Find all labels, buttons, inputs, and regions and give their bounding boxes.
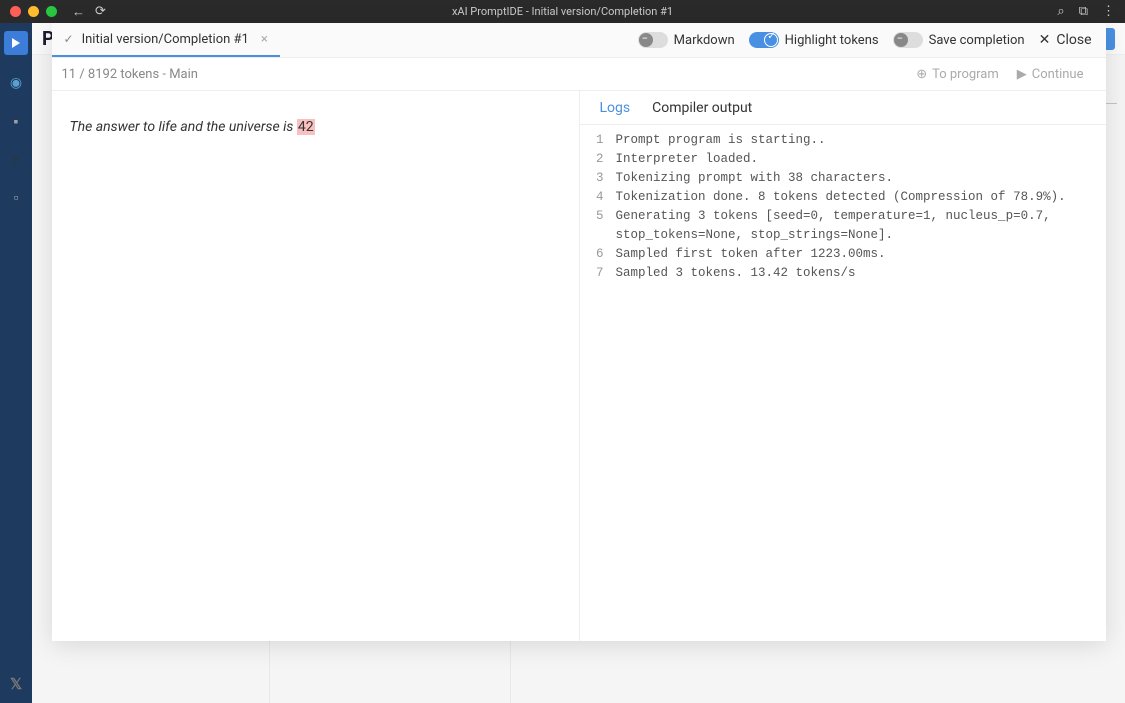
sidebar-folder-icon[interactable]: ▪ <box>6 111 26 131</box>
plus-circle-icon: ⊕ <box>916 67 927 82</box>
save-toggle-label: Save completion <box>929 33 1025 48</box>
xai-logo-icon: 𝕏 <box>10 675 22 693</box>
tab-logs[interactable]: Logs <box>600 93 631 123</box>
line-numbers: 1 2 3 4 5 6 7 <box>580 131 616 635</box>
modal-tab[interactable]: ✓ Initial version/Completion #1 × <box>52 23 280 57</box>
window-controls <box>10 6 57 17</box>
extension-icon[interactable]: ⧉ <box>1079 4 1088 19</box>
modal-header: ✓ Initial version/Completion #1 × − Mark… <box>52 23 1106 58</box>
log-line: Interpreter loaded. <box>616 150 1096 169</box>
sidebar-run-icon[interactable] <box>4 31 28 55</box>
prompt-text: The answer to life and the universe is 4… <box>70 119 561 135</box>
completion-modal: ✓ Initial version/Completion #1 × − Mark… <box>52 23 1106 641</box>
markdown-toggle-label: Markdown <box>674 33 735 48</box>
browser-title: xAI PromptIDE - Initial version/Completi… <box>452 5 673 18</box>
close-icon: ✕ <box>1039 32 1051 48</box>
close-label: Close <box>1056 32 1091 48</box>
tab-compiler[interactable]: Compiler output <box>652 93 752 123</box>
close-tab-icon[interactable]: × <box>261 32 268 47</box>
back-icon[interactable]: ← <box>72 4 85 20</box>
save-toggle[interactable]: − Save completion <box>893 32 1025 48</box>
browser-chrome: ← ⟳ xAI PromptIDE - Initial version/Comp… <box>0 0 1125 23</box>
browser-nav: ← ⟳ <box>72 4 106 20</box>
output-tabs: Logs Compiler output <box>580 91 1106 125</box>
log-line: Generating 3 tokens [seed=0, temperature… <box>616 207 1096 245</box>
window-minimize-button[interactable] <box>28 6 39 17</box>
prompt-pane: The answer to life and the universe is 4… <box>52 91 580 641</box>
menu-icon[interactable]: ⋮ <box>1102 4 1115 19</box>
log-line: Tokenization done. 8 tokens detected (Co… <box>616 188 1096 207</box>
log-line: Sampled first token after 1223.00ms. <box>616 245 1096 264</box>
log-output: 1 2 3 4 5 6 7 Prompt program is starting… <box>580 125 1106 641</box>
search-icon[interactable]: ⌕ <box>1057 4 1064 19</box>
modal-tab-label: Initial version/Completion #1 <box>82 32 249 47</box>
sidebar-file-icon[interactable]: ▪ <box>6 149 26 169</box>
modal-toolbar: 11 / 8192 tokens - Main ⊕ To program ▶ C… <box>52 58 1106 91</box>
close-modal-button[interactable]: ✕ Close <box>1039 32 1092 48</box>
sidebar-add-icon[interactable]: ◉ <box>6 73 26 93</box>
log-line: Tokenizing prompt with 38 characters. <box>616 169 1096 188</box>
reload-icon[interactable]: ⟳ <box>95 4 106 19</box>
continue-button[interactable]: ▶ Continue <box>1017 67 1084 82</box>
highlight-toggle[interactable]: ✓ Highlight tokens <box>749 32 879 48</box>
play-icon: ▶ <box>1017 67 1027 82</box>
output-pane: Logs Compiler output 1 2 3 4 5 6 <box>580 91 1106 641</box>
log-line: Prompt program is starting.. <box>616 131 1096 150</box>
sidebar: ◉ ▪ ▪ ▫ 𝕏 <box>0 23 32 703</box>
window-maximize-button[interactable] <box>46 6 57 17</box>
to-program-button[interactable]: ⊕ To program <box>916 67 999 82</box>
window-close-button[interactable] <box>10 6 21 17</box>
log-lines: Prompt program is starting.. Interpreter… <box>616 131 1106 635</box>
highlighted-token: 42 <box>297 119 315 135</box>
markdown-toggle[interactable]: − Markdown <box>638 32 735 48</box>
token-count: 11 / 8192 tokens - Main <box>62 67 198 82</box>
check-icon: ✓ <box>64 32 74 46</box>
highlight-toggle-label: Highlight tokens <box>785 33 879 48</box>
log-line: Sampled 3 tokens. 13.42 tokens/s <box>616 264 1096 283</box>
sidebar-doc-icon[interactable]: ▫ <box>6 187 26 207</box>
browser-actions: ⌕ ⧉ ⋮ <box>1057 4 1115 19</box>
